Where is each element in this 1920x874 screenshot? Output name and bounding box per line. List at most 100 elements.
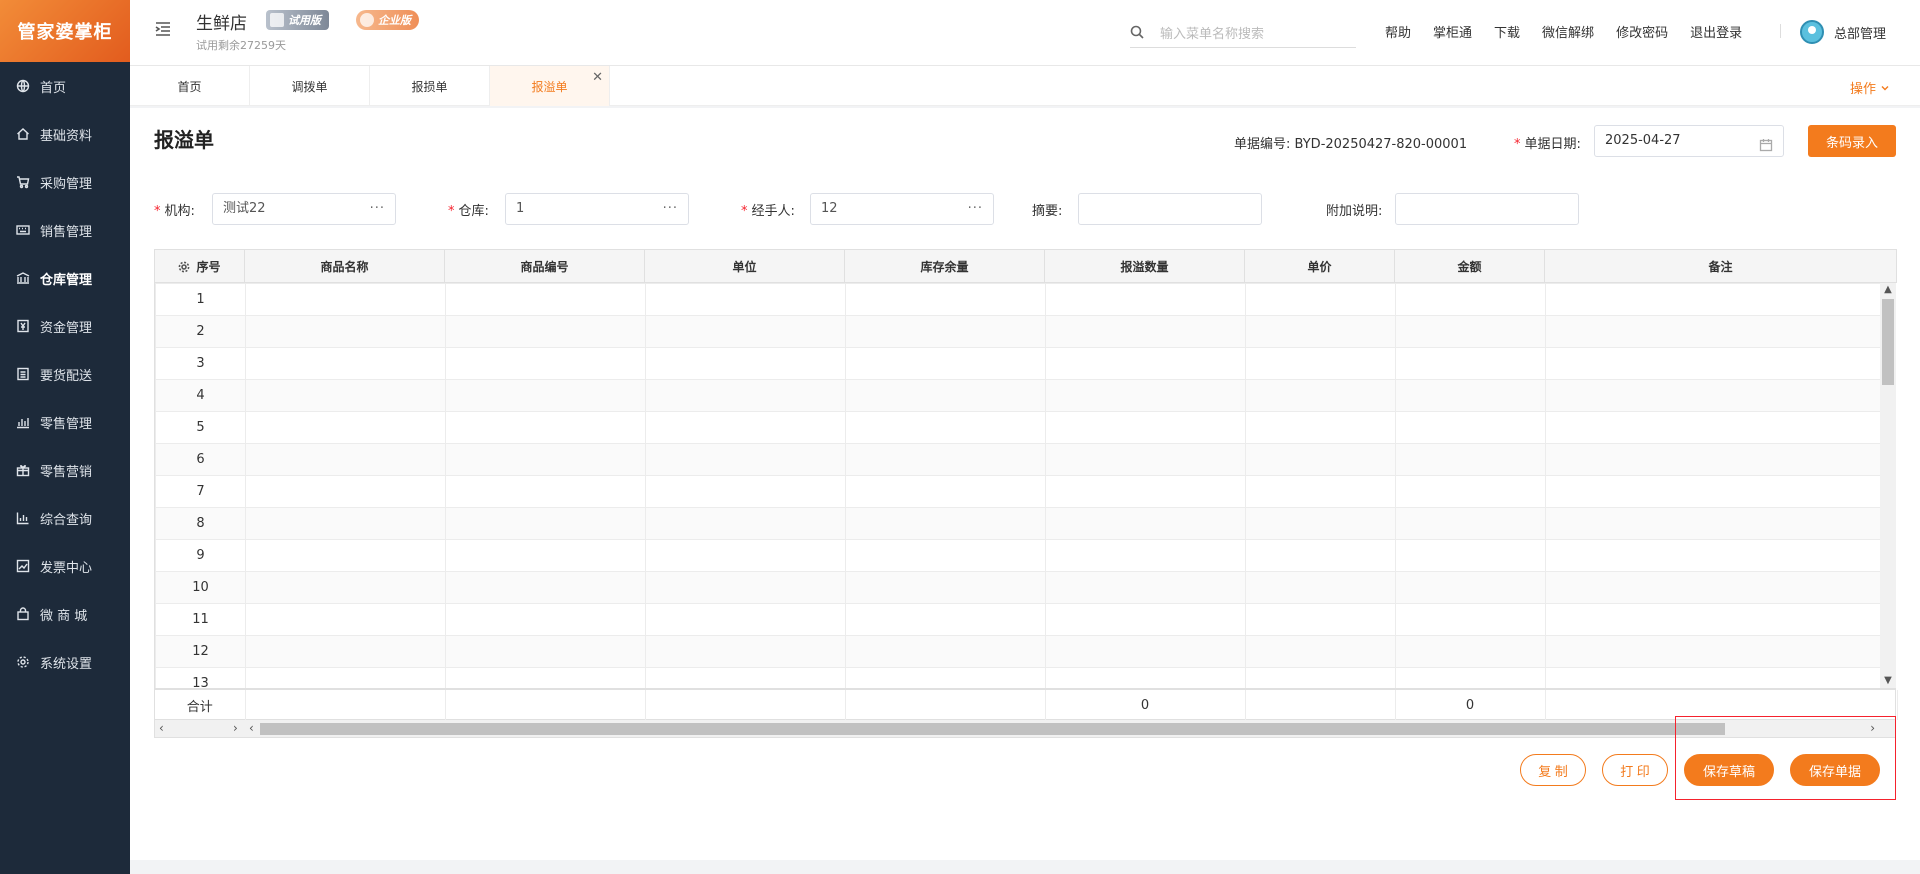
table-cell[interactable]	[1545, 507, 1896, 540]
table-cell[interactable]	[245, 667, 446, 688]
table-cell[interactable]	[1545, 475, 1896, 508]
sidebar-item[interactable]: 销售管理	[0, 206, 130, 254]
sidebar-item[interactable]: 采购管理	[0, 158, 130, 206]
vertical-scrollbar[interactable]: ▲ ▼	[1880, 283, 1896, 688]
table-cell[interactable]	[1545, 571, 1896, 604]
sidebar-item[interactable]: 系统设置	[0, 638, 130, 686]
calendar-icon[interactable]	[1759, 134, 1773, 152]
scroll-down-icon[interactable]: ▼	[1880, 674, 1896, 688]
save-document-button[interactable]: 保存单据	[1790, 754, 1880, 786]
help-link[interactable]: 帮助	[1385, 22, 1411, 41]
table-cell[interactable]	[1395, 667, 1546, 688]
table-cell[interactable]	[1395, 635, 1546, 668]
table-cell[interactable]	[1245, 507, 1396, 540]
table-cell[interactable]	[245, 507, 446, 540]
table-cell[interactable]	[1545, 539, 1896, 572]
table-cell[interactable]	[1245, 347, 1396, 380]
table-cell[interactable]	[645, 667, 846, 688]
table-cell[interactable]	[1395, 379, 1546, 412]
table-cell[interactable]	[1245, 475, 1396, 508]
operations-dropdown[interactable]: 操作	[1850, 78, 1890, 97]
table-cell[interactable]	[1395, 443, 1546, 476]
gear-icon[interactable]	[178, 261, 190, 273]
copy-button[interactable]: 复 制	[1520, 754, 1586, 786]
table-cell[interactable]	[645, 411, 846, 444]
scroll-right-icon[interactable]: ›	[233, 721, 238, 735]
zhanggui-link[interactable]: 掌柜通	[1433, 22, 1472, 41]
table-cell[interactable]	[1045, 347, 1246, 380]
row-number[interactable]: 13	[155, 667, 246, 688]
table-cell[interactable]	[1395, 347, 1546, 380]
table-cell[interactable]	[1545, 283, 1896, 316]
table-cell[interactable]	[1245, 443, 1396, 476]
row-number[interactable]: 12	[155, 635, 246, 668]
user-menu[interactable]: 总部管理	[1800, 20, 1886, 44]
table-cell[interactable]	[1545, 443, 1896, 476]
table-cell[interactable]	[1045, 475, 1246, 508]
table-cell[interactable]	[245, 475, 446, 508]
table-cell[interactable]	[445, 283, 646, 316]
org-selector[interactable]: 测试22 ···	[212, 193, 396, 225]
table-cell[interactable]	[1545, 347, 1896, 380]
sidebar-item[interactable]: 资金管理	[0, 302, 130, 350]
summary-input[interactable]	[1078, 193, 1262, 225]
sidebar-item[interactable]: 首页	[0, 62, 130, 110]
row-number[interactable]: 2	[155, 315, 246, 348]
table-cell[interactable]	[1045, 283, 1246, 316]
table-cell[interactable]	[245, 571, 446, 604]
table-cell[interactable]	[1045, 635, 1246, 668]
avatar[interactable]	[1800, 20, 1824, 44]
change-password-link[interactable]: 修改密码	[1616, 22, 1668, 41]
table-cell[interactable]	[1045, 603, 1246, 636]
table-row[interactable]: 13	[155, 667, 1896, 688]
table-cell[interactable]	[1545, 379, 1896, 412]
table-cell[interactable]	[645, 571, 846, 604]
table-cell[interactable]	[445, 411, 646, 444]
table-cell[interactable]	[845, 315, 1046, 348]
table-cell[interactable]	[645, 635, 846, 668]
more-icon[interactable]: ···	[663, 194, 678, 224]
download-link[interactable]: 下载	[1494, 22, 1520, 41]
table-cell[interactable]	[1395, 571, 1546, 604]
table-cell[interactable]	[1245, 571, 1396, 604]
table-cell[interactable]	[1395, 315, 1546, 348]
col-header-seq[interactable]: 序号	[154, 249, 245, 283]
sidebar-item[interactable]: 仓库管理	[0, 254, 130, 302]
table-cell[interactable]	[845, 475, 1046, 508]
table-cell[interactable]	[845, 443, 1046, 476]
sidebar-item[interactable]: 综合查询	[0, 494, 130, 542]
table-row[interactable]: 12	[155, 635, 1896, 668]
table-cell[interactable]	[1395, 603, 1546, 636]
tab-home[interactable]: 首页	[130, 66, 250, 106]
table-cell[interactable]	[845, 411, 1046, 444]
table-cell[interactable]	[1245, 667, 1396, 688]
print-button[interactable]: 打 印	[1602, 754, 1668, 786]
more-icon[interactable]: ···	[370, 194, 385, 224]
table-cell[interactable]	[1545, 667, 1896, 688]
table-cell[interactable]	[1045, 571, 1246, 604]
table-cell[interactable]	[1395, 283, 1546, 316]
table-cell[interactable]	[845, 571, 1046, 604]
row-number[interactable]: 1	[155, 283, 246, 316]
sidebar-item[interactable]: 零售管理	[0, 398, 130, 446]
sidebar-item[interactable]: 发票中心	[0, 542, 130, 590]
table-row[interactable]: 1	[155, 283, 1896, 316]
user-name[interactable]: 总部管理	[1834, 23, 1886, 42]
table-cell[interactable]	[845, 539, 1046, 572]
more-icon[interactable]: ···	[968, 194, 983, 224]
table-cell[interactable]	[645, 315, 846, 348]
table-cell[interactable]	[1395, 411, 1546, 444]
table-cell[interactable]	[1045, 539, 1246, 572]
table-cell[interactable]	[1545, 603, 1896, 636]
table-row[interactable]: 2	[155, 315, 1896, 348]
table-cell[interactable]	[1395, 475, 1546, 508]
row-number[interactable]: 6	[155, 443, 246, 476]
table-row[interactable]: 6	[155, 443, 1896, 476]
table-cell[interactable]	[645, 475, 846, 508]
table-cell[interactable]	[645, 443, 846, 476]
wechat-unbind-link[interactable]: 微信解绑	[1542, 22, 1594, 41]
table-cell[interactable]	[445, 507, 646, 540]
table-cell[interactable]	[1245, 603, 1396, 636]
table-cell[interactable]	[245, 443, 446, 476]
table-cell[interactable]	[445, 635, 646, 668]
